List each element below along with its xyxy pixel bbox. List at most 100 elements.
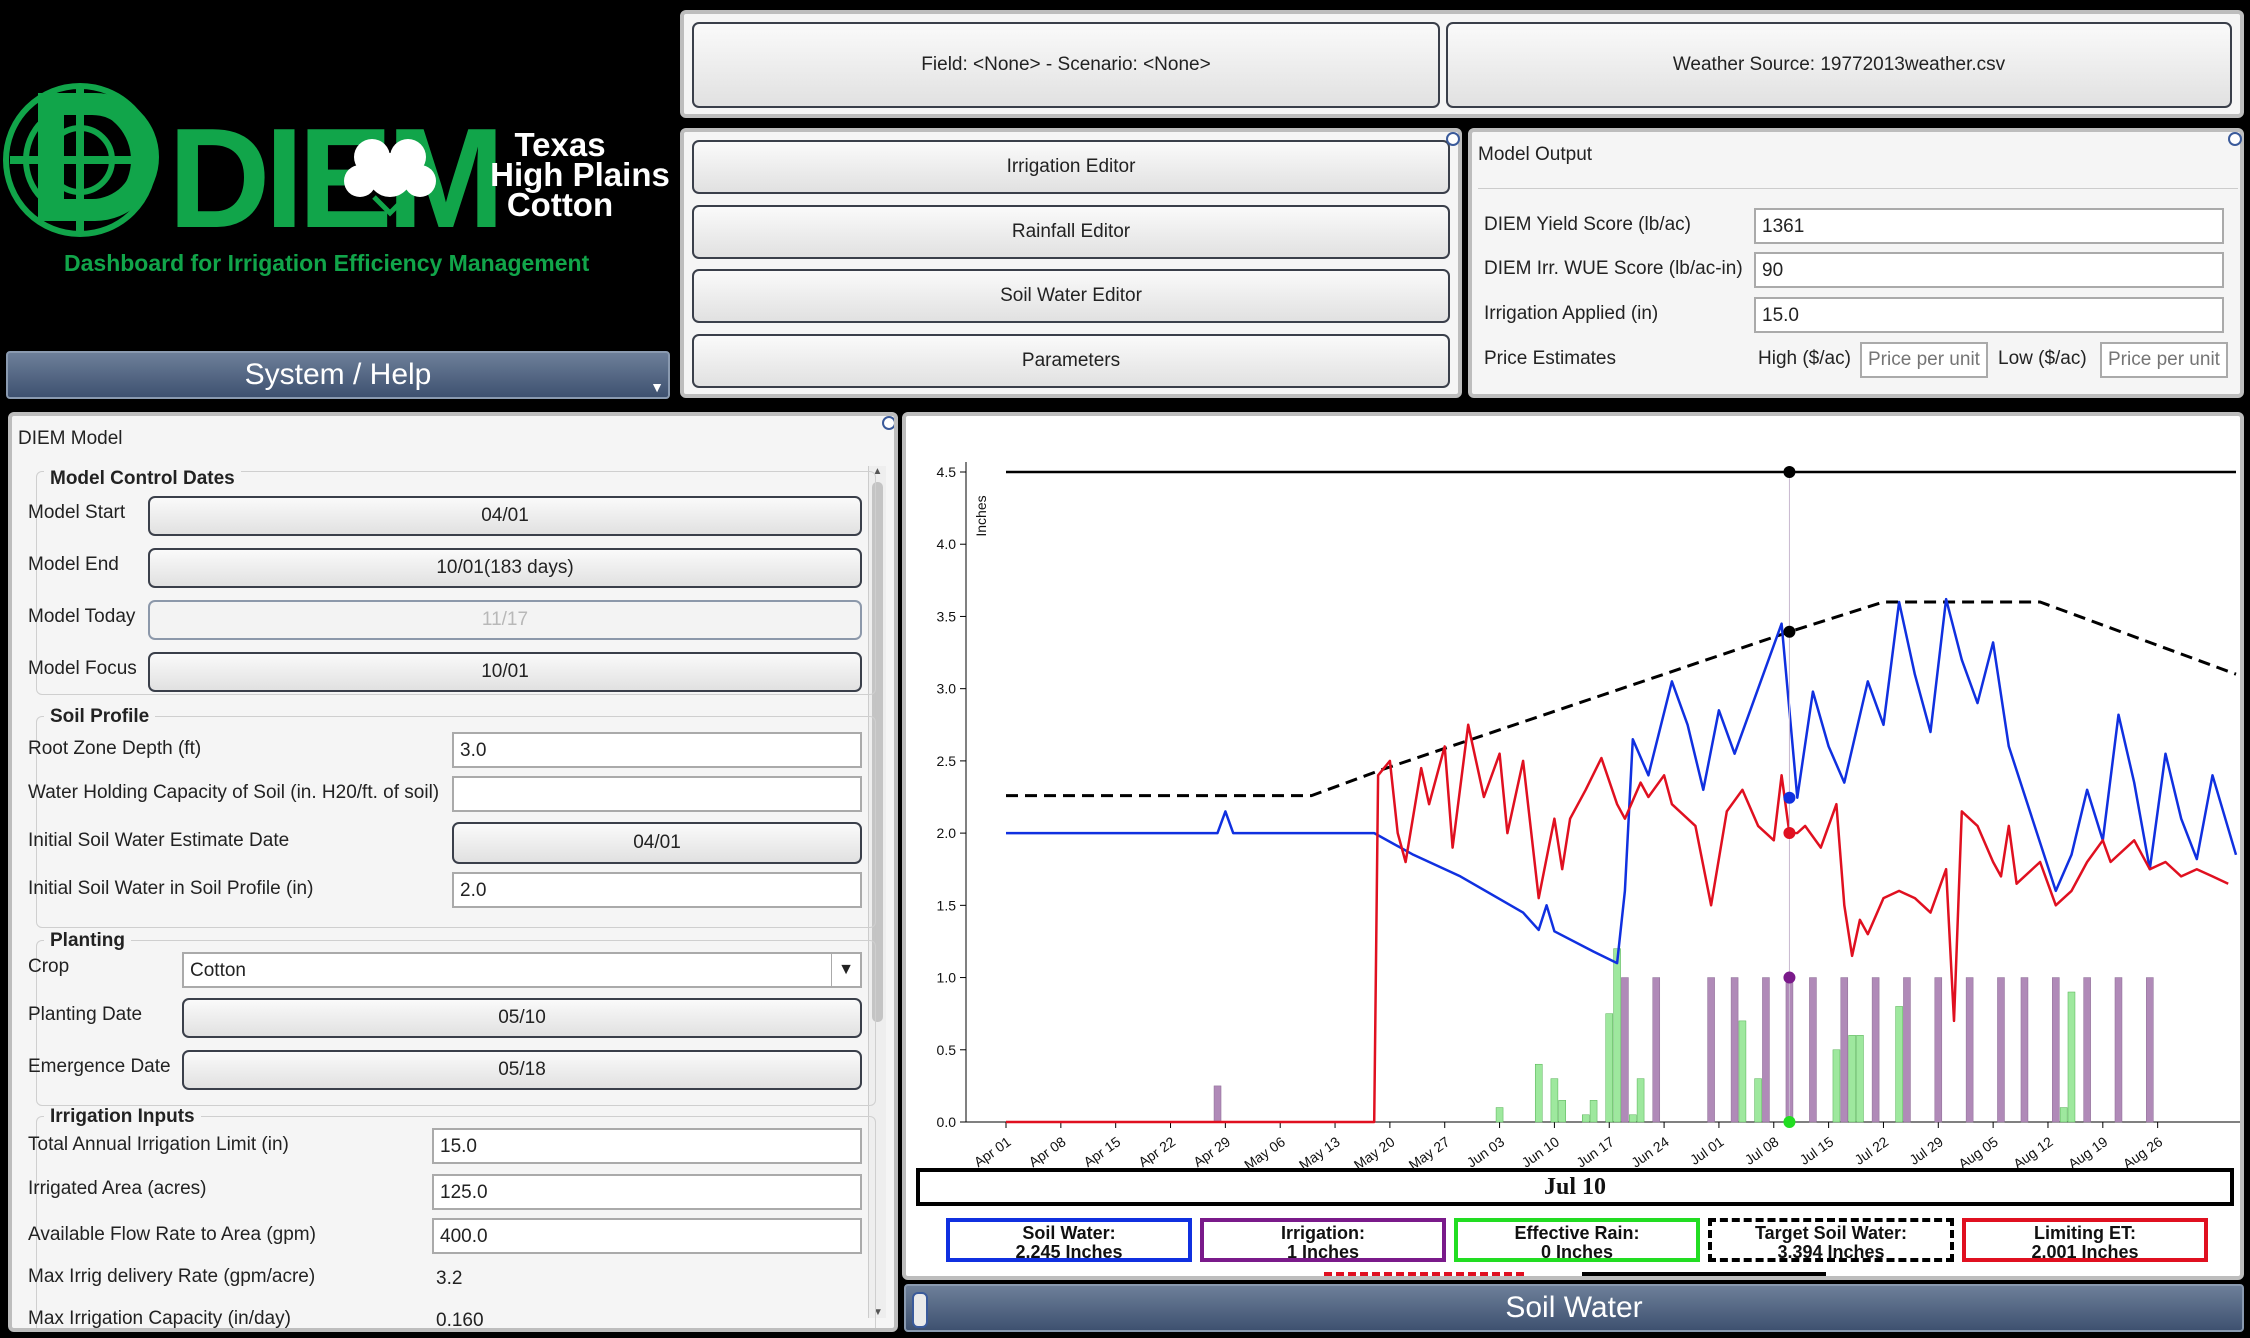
rain-bar [1495,1107,1504,1123]
rain-bar [1550,1078,1559,1123]
rain-bar [1558,1100,1566,1123]
x-tick-label: May 27 [1406,1133,1453,1173]
soil-water-view-label: Soil Water [1505,1291,1643,1324]
parameters-button[interactable]: Parameters [692,334,1450,388]
emergence-date-label: Emergence Date [28,1056,171,1077]
focus-marker-irrigation [1783,971,1796,984]
model-start-label: Model Start [28,502,126,523]
rain-bar [1848,1035,1856,1123]
irrigation-inputs-title: Irrigation Inputs [44,1106,201,1128]
chart-panel: 0.0 0.5 1.0 1.5 2.0 2.5 3.0 3.5 4.0 4.5 Inches Apr … [902,412,2244,1280]
irrigation-editor-label: Irrigation Editor [1006,156,1136,177]
rain-bar [1629,1114,1637,1123]
x-tick-label: Jun 17 [1573,1133,1617,1170]
model-output-title: Model Output [1478,144,1593,165]
brand-line-3: Cotton [506,186,614,223]
irrigation-bar [1871,977,1880,1123]
field-scenario-label: Field: <None> - Scenario: <None> [921,54,1211,75]
irrigation-bar [1934,977,1943,1123]
irrigation-bar [1809,977,1817,1123]
y-tick-label: 2.5 [937,753,957,769]
field-scenario-button[interactable]: Field: <None> - Scenario: <None> [692,22,1440,108]
soil-water-chart[interactable]: 0.0 0.5 1.0 1.5 2.0 2.5 3.0 3.5 4.0 4.5 Inches Apr … [906,416,2240,1276]
price-high-input[interactable] [1860,342,1988,378]
x-tick-label: Apr 22 [1135,1133,1178,1170]
diem-model-panel: DIEM Model ▲ ▼ Model Control Dates Model… [8,412,898,1332]
root-zone-input[interactable]: 3.0 [452,732,862,768]
model-focus-label: Model Focus [28,658,137,679]
irrigation-bar [1707,977,1715,1123]
irrigation-bar [1762,977,1770,1123]
system-help-button[interactable]: System / Help ▼ [6,351,670,399]
y-tick-label: 0.5 [937,1042,957,1058]
rainfall-editor-button[interactable]: Rainfall Editor [692,205,1450,259]
weather-source-label: Weather Source: 19772013weather.csv [1672,54,2006,75]
panel-toggle-icon[interactable] [1446,132,1460,146]
x-tick-label: Jul 08 [1742,1133,1782,1168]
flow-rate-input[interactable]: 400.0 [432,1218,862,1254]
x-tick-label: May 13 [1296,1133,1343,1173]
emergence-date-button[interactable]: 05/18 [182,1050,862,1090]
root-zone-label: Root Zone Depth (ft) [28,738,202,759]
focus-marker-limiting-et [1783,826,1796,839]
y-tick-label: 4.0 [937,536,957,552]
x-tick-label: Jun 03 [1464,1133,1508,1170]
panel-toggle-icon[interactable] [882,416,894,430]
legend-overflow-black [1582,1272,1826,1276]
y-tick-label: 1.0 [937,970,957,986]
irrigation-bar [1213,1085,1222,1123]
limiting-et-legend: Limiting ET: 2.001 Inches [1962,1218,2208,1262]
focus-date-label: Jul 10 [1543,1174,1606,1200]
soil-water-view-button[interactable]: Soil Water [904,1284,2244,1332]
rain-bar [1605,1013,1613,1123]
irrigated-area-input[interactable]: 125.0 [432,1174,862,1210]
soil-water-editor-label: Soil Water Editor [1000,285,1142,306]
series-line-soil-water [1006,597,2238,965]
chevron-down-icon[interactable]: ▼ [831,954,860,986]
y-tick-label: 4.5 [937,464,957,480]
model-start-button[interactable]: 04/01 [148,496,862,536]
model-end-button[interactable]: 10/01(183 days) [148,548,862,588]
x-tick-label: Jul 01 [1687,1133,1727,1168]
x-tick-label: Apr 01 [971,1133,1014,1170]
output-divider [1478,188,2238,189]
irrigation-editor-button[interactable]: Irrigation Editor [692,140,1450,194]
soil-water-editor-button[interactable]: Soil Water Editor [692,269,1450,323]
effective-rain-legend-label: Effective Rain: [1514,1223,1640,1243]
price-high-label: High ($/ac) [1758,348,1851,369]
irrigation-bar [1997,977,2005,1123]
legend-overflow-red [1324,1272,1524,1276]
y-tick-label: 3.0 [937,681,957,697]
focus-marker-soil-water [1783,791,1796,804]
y-tick-label: 0.0 [937,1114,957,1130]
weather-source-button[interactable]: Weather Source: 19772013weather.csv [1446,22,2232,108]
x-tick-label: Apr 29 [1190,1133,1233,1170]
model-today-button: 11/17 [148,600,862,640]
planting-date-button[interactable]: 05/10 [182,998,862,1038]
dropdown-arrow-icon: ▼ [650,379,664,395]
soil-water-legend-label: Soil Water: [1022,1223,1116,1243]
panel-toggle-icon[interactable] [2228,132,2242,146]
irrigation-applied-field: 15.0 [1754,297,2224,333]
y-tick-label: 1.5 [937,897,957,913]
initial-water-input[interactable]: 2.0 [452,872,862,908]
rain-bar [1636,1078,1645,1123]
irrigation-limit-input[interactable]: 15.0 [432,1128,862,1164]
rain-bar [1589,1100,1598,1123]
irrigation-bar [1652,977,1661,1123]
parameters-label: Parameters [1021,350,1121,371]
view-toggle-icon[interactable] [912,1292,928,1328]
rain-bar [1895,1006,1903,1123]
crop-select[interactable]: Cotton ▼ [182,952,862,988]
initial-date-button[interactable]: 04/01 [452,822,862,864]
irrigation-bar [1840,977,1849,1123]
price-low-input[interactable] [2100,342,2228,378]
whc-input[interactable] [452,776,862,812]
rain-bar [1856,1035,1864,1123]
soil-profile-title: Soil Profile [44,706,156,728]
focus-marker-effective-rain [1783,1116,1796,1128]
model-focus-button[interactable]: 10/01 [148,652,862,692]
x-tick-label: May 06 [1241,1133,1288,1173]
max-capacity-value: 0.160 [436,1310,484,1331]
initial-date-label: Initial Soil Water Estimate Date [28,830,290,851]
